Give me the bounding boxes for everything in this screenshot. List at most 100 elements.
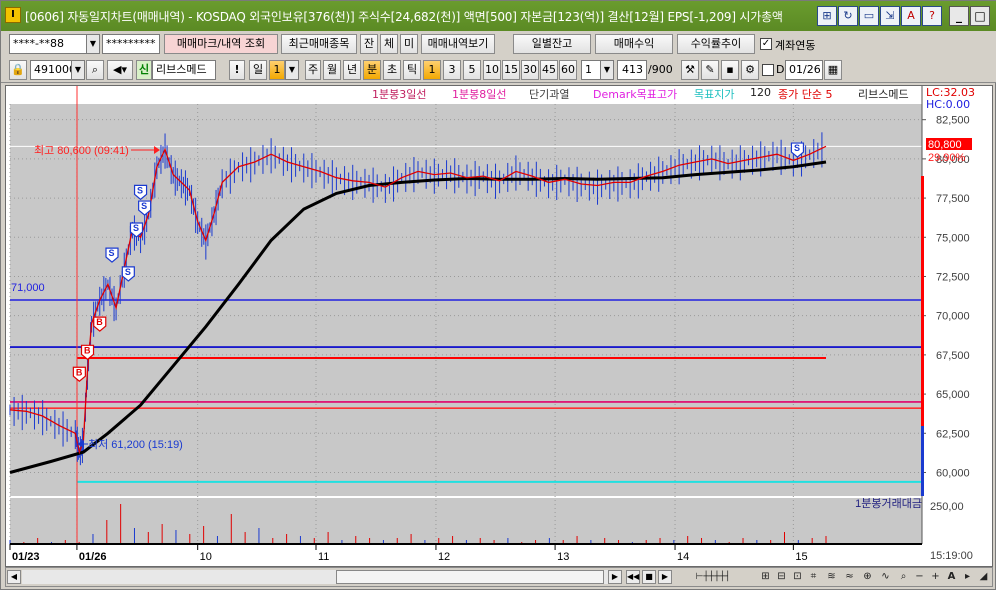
chevron-down-icon[interactable]: ▼ [600, 60, 614, 80]
time-tick-label: 13 [557, 551, 569, 563]
refresh-icon[interactable]: ↻ [838, 6, 858, 26]
export-icon[interactable]: ⇲ [880, 6, 900, 26]
price-tick-label: 65,000 [936, 389, 970, 401]
layout-icon[interactable]: ⊞ [758, 570, 773, 585]
draw-icon[interactable]: ✎ [701, 60, 719, 80]
speaker-icon[interactable]: ◀▾ [107, 60, 133, 80]
time-axis: 01/23 01/26 10 11 12 13 14 15 [9, 543, 922, 563]
chevron-down-icon[interactable]: ▼ [285, 60, 299, 80]
trade-mark-letter: S [125, 267, 131, 277]
zoom-in-icon[interactable]: + [928, 570, 943, 585]
play-icon[interactable]: ▶ [658, 570, 672, 584]
overlay-icon[interactable]: ⊕ [860, 570, 875, 585]
split-icon[interactable]: ⊡ [790, 570, 805, 585]
view-count-input[interactable]: 413 [617, 60, 647, 80]
window-icon[interactable]: ▭ [859, 6, 879, 26]
trade-history-button[interactable]: 매매내역보기 [421, 34, 495, 54]
layout2-icon[interactable]: ⊟ [774, 570, 789, 585]
unexecuted-button[interactable]: 미 [400, 34, 418, 54]
help-icon[interactable]: ? [922, 6, 942, 26]
scroll-thumb[interactable] [336, 570, 604, 584]
maximize-button[interactable]: □ [970, 6, 990, 26]
search-icon[interactable]: ⌕ [86, 60, 104, 80]
period-minute-button[interactable]: 분 [363, 60, 381, 80]
more-icon[interactable]: ▸ [960, 570, 975, 585]
magnify-icon[interactable]: ⌕ [896, 570, 911, 585]
interval-button[interactable]: 60 [559, 60, 577, 80]
price-tick-label: 70,000 [936, 311, 970, 323]
scroll-right-icon[interactable]: ▶ [608, 570, 622, 584]
date-checkbox[interactable] [762, 64, 774, 76]
scroll-left-icon[interactable]: ◀ [7, 570, 21, 584]
gear-icon[interactable]: ⚙ [741, 60, 759, 80]
window-title: [0606] 자동일지차트(매매내역) - KOSDAQ 외국인보유[376(천… [25, 10, 783, 24]
interval-count-input[interactable]: 1 [581, 60, 601, 80]
range-bar-red [921, 176, 924, 426]
interval-button[interactable]: 15 [502, 60, 520, 80]
recent-trades-button[interactable]: 최근매매종목 [281, 34, 357, 54]
price-tick-label: 82,500 [936, 115, 970, 127]
hc-label: HC:0.00 [926, 98, 971, 111]
price-tick-label: 75,000 [936, 232, 970, 244]
text-tool-icon[interactable]: A [944, 570, 959, 585]
legend-overheat: 단기과열 [529, 88, 570, 101]
app-icon: I [5, 7, 21, 23]
compare-icon[interactable]: ≈ [842, 570, 857, 585]
trade-mark-letter: S [109, 248, 115, 258]
link-icon[interactable]: ⊞ [817, 6, 837, 26]
stock-name-field: 리브스메드 [152, 60, 216, 80]
rewind-icon[interactable]: ◀◀ [626, 570, 640, 584]
interval-button[interactable]: 1 [423, 60, 441, 80]
price-chart[interactable]: BBBSSSSSS 82,50080,00077,50075,00072,500… [6, 86, 992, 566]
zoom-slider[interactable]: ⊢┼┼┼┼┤ [678, 570, 748, 585]
period-week-button[interactable]: 주 [305, 60, 321, 80]
stock-code-input[interactable]: 491000 [30, 60, 72, 80]
period-second-button[interactable]: 초 [383, 60, 401, 80]
save-icon[interactable]: ▪ [721, 60, 739, 80]
return-trend-button[interactable]: 수익률추이 [677, 34, 755, 54]
view-total-label: /900 [648, 63, 673, 76]
alert-button[interactable]: ! [229, 60, 245, 80]
calendar-icon[interactable]: ▦ [824, 60, 842, 80]
date-input[interactable]: 01/26 [785, 60, 823, 80]
account-link-checkbox[interactable]: ✓ [760, 38, 772, 50]
title-bar[interactable]: I [0606] 자동일지차트(매매내역) - KOSDAQ 외국인보유[376… [1, 1, 996, 31]
balance-button[interactable]: 잔 [360, 34, 378, 54]
price-tick-label: 77,500 [936, 193, 970, 205]
chart-area[interactable]: BBBSSSSSS 82,500 80,000 77,500 75,000 72,500… [5, 85, 993, 567]
legend-close-simple: 종가 단순 5 [778, 88, 833, 101]
minimize-button[interactable]: _ [949, 6, 969, 26]
chart-type-icon[interactable]: ⌗ [806, 570, 821, 585]
period-tick-button[interactable]: 틱 [403, 60, 421, 80]
news-icon[interactable]: 신 [136, 60, 152, 80]
volume-label: 1분봉거래대금 [855, 497, 922, 510]
tools-icon[interactable]: ⚒ [681, 60, 699, 80]
stop-icon[interactable]: ■ [642, 570, 656, 584]
indicator-icon[interactable]: ≋ [824, 570, 839, 585]
period-month-button[interactable]: 월 [323, 60, 341, 80]
draw-tool-icon[interactable]: ∿ [878, 570, 893, 585]
zoom-out-icon[interactable]: − [912, 570, 927, 585]
chevron-down-icon[interactable]: ▼ [71, 60, 85, 80]
interval-button[interactable]: 3 [443, 60, 461, 80]
high-annotation: 최고 80,600 (09:41) [34, 144, 129, 157]
chevron-down-icon[interactable]: ▼ [86, 34, 100, 54]
period-day-button[interactable]: 일 [249, 60, 267, 80]
resize-icon[interactable]: ◢ [976, 570, 991, 585]
interval-button[interactable]: 10 [483, 60, 501, 80]
password-field[interactable]: ********* [102, 34, 160, 54]
period-year-button[interactable]: 년 [343, 60, 361, 80]
account-link-label: 계좌연동 [775, 39, 816, 52]
account-combo[interactable]: ****-**88 [9, 34, 87, 54]
daily-balance-button[interactable]: 일별잔고 [513, 34, 591, 54]
interval-button[interactable]: 30 [521, 60, 539, 80]
pdf-icon[interactable]: A [901, 6, 921, 26]
trade-mark-query-button[interactable]: 매매마크/내역 조회 [164, 34, 278, 54]
interval-button[interactable]: 45 [540, 60, 558, 80]
executed-button[interactable]: 체 [380, 34, 398, 54]
period-value[interactable]: 1 [269, 60, 285, 80]
trade-profit-button[interactable]: 매매수익 [595, 34, 673, 54]
date-d-label: D [776, 63, 785, 76]
lock-icon[interactable]: 🔒 [9, 60, 27, 80]
interval-button[interactable]: 5 [463, 60, 481, 80]
